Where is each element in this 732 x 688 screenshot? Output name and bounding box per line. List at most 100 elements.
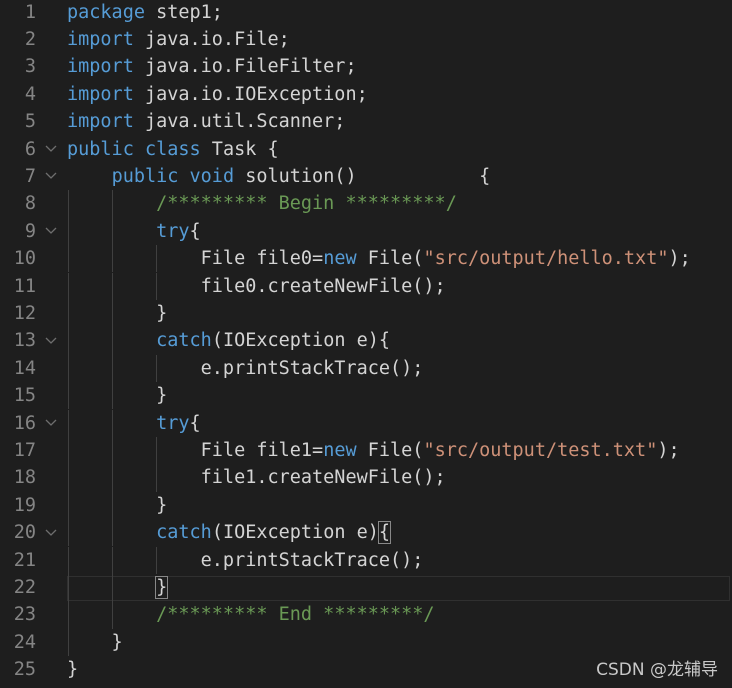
code-line[interactable]: 1 package step1; [0, 0, 732, 26]
chevron-down-icon[interactable] [44, 218, 58, 245]
code-line[interactable]: 22 } [0, 573, 732, 602]
code-line[interactable]: 17 File file1=new File("src/output/test.… [0, 436, 732, 465]
code-text: File file0=new File("src/output/hello.tx… [67, 245, 691, 272]
code-line[interactable]: 2 import java.io.File; [0, 26, 732, 53]
code-line[interactable]: 3 import java.io.FileFilter; [0, 53, 732, 80]
line-number: 14 [13, 357, 36, 379]
code-line[interactable]: 5 import java.util.Scanner; [0, 108, 732, 135]
code-text: import java.util.Scanner; [67, 108, 345, 135]
keyword-token: try [156, 412, 190, 434]
code-text: file0.createNewFile(); [67, 273, 446, 300]
code-line[interactable]: 19 } [0, 491, 732, 520]
code-token: Task { [200, 138, 279, 160]
keyword-token: new [323, 248, 357, 270]
code-token: file0.createNewFile(); [67, 275, 446, 297]
code-text: import java.io.File; [67, 26, 290, 53]
code-line[interactable]: 4 import java.io.IOException; [0, 81, 732, 108]
code-token: File file1= [67, 439, 324, 461]
code-text: } [67, 629, 123, 656]
code-token: { [189, 412, 201, 434]
chevron-down-icon[interactable] [44, 136, 58, 163]
line-number: 22 [13, 576, 36, 598]
code-line[interactable]: 10 File file0=new File("src/output/hello… [0, 245, 732, 273]
code-text: } [67, 492, 167, 519]
code-token: java.util.Scanner; [133, 111, 346, 133]
code-token: } [67, 659, 79, 681]
matched-bracket: { [377, 521, 392, 545]
code-token: ); [657, 439, 680, 461]
code-token: } [67, 631, 123, 653]
keyword-token: import [67, 111, 134, 133]
code-text: } [67, 656, 78, 683]
code-text: import java.io.IOException; [67, 81, 368, 108]
code-token: (IOException e) [211, 522, 379, 544]
code-line[interactable]: 16 try{ [0, 409, 732, 437]
line-number: 24 [13, 631, 36, 653]
code-token: e.printStackTrace(); [67, 357, 424, 379]
code-line[interactable]: 8 /********* Begin *********/ [0, 190, 732, 218]
code-editor[interactable]: 1 package step1; 2 import java.io.File; 3 imp… [0, 0, 732, 688]
code-line[interactable]: 13 catch(IOException e){ [0, 327, 732, 355]
code-line[interactable]: 18 file1.createNewFile(); [0, 464, 732, 492]
code-token: ); [668, 248, 691, 270]
code-token: file1.createNewFile(); [67, 467, 446, 489]
code-line[interactable]: 21 e.printStackTrace(); [0, 546, 732, 574]
chevron-down-icon[interactable] [44, 519, 58, 546]
line-number: 13 [13, 330, 36, 352]
code-line[interactable]: 7 public void solution() { [0, 163, 732, 190]
code-line[interactable]: 15 } [0, 382, 732, 410]
string-token: "src/output/test.txt" [423, 439, 658, 461]
code-line[interactable]: 20 catch(IOException e){ [0, 519, 732, 547]
line-number: 9 [24, 220, 36, 242]
code-text: e.printStackTrace(); [67, 355, 424, 382]
line-number: 17 [13, 439, 36, 461]
line-number: 18 [13, 467, 36, 489]
chevron-down-icon[interactable] [44, 410, 58, 437]
line-number: 5 [24, 111, 36, 133]
code-text: try{ [67, 218, 201, 245]
line-number: 15 [13, 385, 36, 407]
code-line[interactable]: 14 e.printStackTrace(); [0, 354, 732, 383]
keyword-token: import [67, 56, 134, 78]
code-line[interactable]: 11 file0.createNewFile(); [0, 272, 732, 300]
chevron-down-icon[interactable] [44, 163, 58, 190]
comment-token: /********* Begin *********/ [156, 193, 457, 215]
code-line[interactable]: 9 try{ [0, 217, 732, 246]
code-token: java.io.FileFilter; [133, 56, 357, 78]
keyword-token: public [67, 138, 134, 160]
code-token: } [67, 385, 168, 407]
line-number: 4 [24, 83, 36, 105]
keyword-token: import [67, 28, 134, 50]
line-number: 6 [24, 138, 36, 160]
line-number: 3 [24, 56, 36, 78]
line-number: 12 [13, 302, 36, 324]
string-token: "src/output/hello.txt" [423, 248, 669, 270]
code-text: package step1; [67, 0, 223, 26]
code-text: } [67, 574, 169, 601]
keyword-token: new [323, 439, 357, 461]
keyword-token: void [189, 165, 235, 187]
code-text: } [67, 382, 167, 409]
keyword-token: package [67, 1, 145, 23]
code-text: File file1=new File("src/output/test.txt… [67, 437, 680, 464]
line-number: 19 [13, 494, 36, 516]
code-line[interactable]: 12 } [0, 299, 732, 328]
code-line[interactable]: 23 /********* End *********/ [0, 601, 732, 629]
code-text: public class Task { [67, 136, 279, 163]
code-line[interactable]: 6 public class Task { [0, 136, 732, 163]
chevron-down-icon[interactable] [44, 327, 58, 354]
code-text: /********* End *********/ [67, 601, 435, 628]
code-text: catch(IOException e){ [67, 327, 390, 354]
code-token: } [67, 494, 168, 516]
code-line[interactable]: 24 } [0, 628, 732, 657]
line-number: 21 [13, 549, 36, 571]
line-number: 7 [24, 165, 36, 187]
keyword-token: try [156, 220, 190, 242]
comment-token: /********* End *********/ [156, 604, 435, 626]
